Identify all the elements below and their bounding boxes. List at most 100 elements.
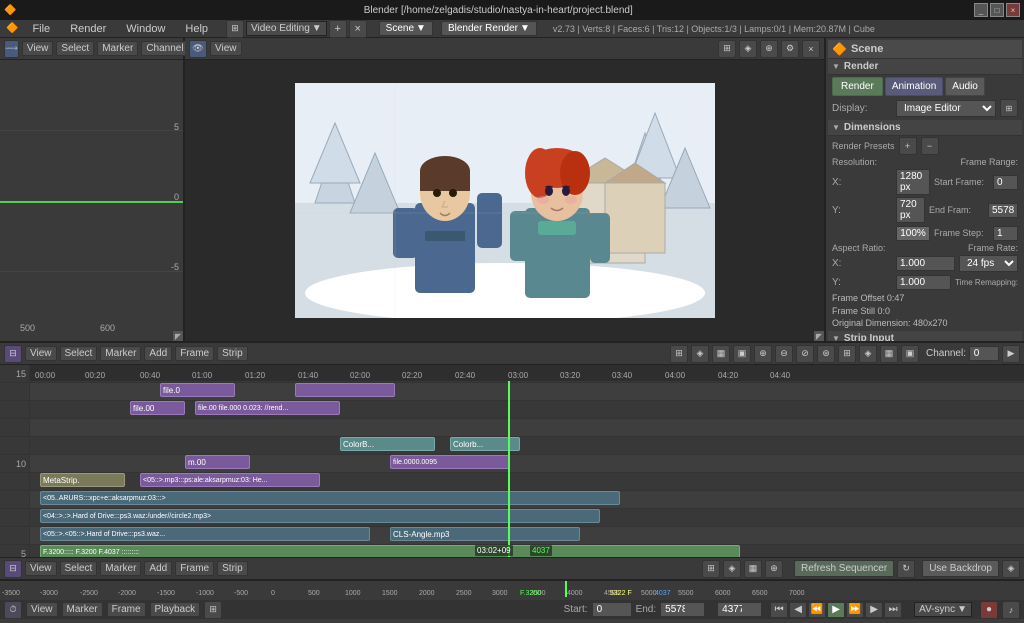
bt-frame[interactable]: Frame [175,561,214,576]
strip-timing[interactable]: F.3200::::: F.3200 F.4037 ::::::::: [40,545,740,557]
fcurve-view-menu[interactable]: View [22,41,54,56]
bt-view[interactable]: View [25,561,57,576]
seq-select-menu[interactable]: Select [60,346,98,361]
fcurve-select-menu[interactable]: Select [56,41,94,56]
seq-frame-menu[interactable]: Frame [175,346,214,361]
aspect-y-value[interactable]: 1.000 [896,275,951,290]
workspace-remove[interactable]: × [349,20,367,38]
strip-2[interactable] [295,383,395,397]
start-field[interactable] [592,602,632,617]
fcurve-channel-menu[interactable]: Channel [141,41,188,56]
frame-step-value[interactable]: 1 [993,226,1018,241]
strip-3[interactable]: file.00 [130,401,185,415]
strip-m00[interactable]: m.00 [185,455,250,469]
strip-cls[interactable]: CLS-Angle.mp3 [390,527,580,541]
seq-icon4[interactable]: ▣ [733,345,751,363]
seq-icon8[interactable]: ⊛ [817,345,835,363]
fcurve-marker-menu[interactable]: Marker [97,41,138,56]
seq-tracks[interactable]: 00:00 00:20 00:40 01:00 01:20 01:40 02:0… [30,365,1024,557]
seq-icon12[interactable]: ▣ [901,345,919,363]
rp-add[interactable]: + [899,137,917,155]
prev-key-button[interactable]: ⏪ [808,602,826,618]
seq-icon7[interactable]: ⊘ [796,345,814,363]
strip-input-header[interactable]: ▼ Strip Input [828,331,1022,341]
strip-long1[interactable]: <05::>.mp3:::ps:ale:aksarpmuz:03: He... [140,473,320,487]
audio-icon[interactable]: ♪ [1002,601,1020,619]
go-end-button[interactable]: ⏭ [884,602,902,618]
seq-icon11[interactable]: ▦ [880,345,898,363]
scene-selector[interactable]: Scene ▼ [379,21,433,36]
backdrop-icon[interactable]: ◈ [1002,560,1020,578]
dimensions-header[interactable]: ▼ Dimensions [828,120,1022,136]
res-pct-value[interactable]: 100% [896,226,930,241]
strip-4[interactable]: file.00 file.000 0.023: //rend... [195,401,340,415]
bt-add[interactable]: Add [144,561,172,576]
preview-prop1[interactable]: ⊞ [718,40,736,58]
end-field[interactable] [660,602,705,617]
seq-right-icon[interactable]: ▶ [1002,345,1020,363]
bt-icon2[interactable]: ◈ [723,560,741,578]
preview-settings[interactable]: ⚙ [781,40,799,58]
next-key-button[interactable]: ⏩ [846,602,864,618]
seq-icon2[interactable]: ◈ [691,345,709,363]
rp-remove[interactable]: − [921,137,939,155]
prev-frame-button[interactable]: ◀ [789,602,807,618]
strip-audio1[interactable]: <05..ARURS:::xpc+e::aksarpmuz:03:::> [40,491,620,505]
current-frame-field[interactable] [717,602,762,617]
close-button[interactable]: × [1006,3,1020,17]
bt-icon1[interactable]: ⊞ [702,560,720,578]
animation-button[interactable]: Animation [885,77,943,96]
window-controls[interactable]: _ □ × [974,3,1020,17]
seq-view-menu[interactable]: View [25,346,57,361]
strip-meta[interactable]: MetaStrip. [40,473,125,487]
render-button[interactable]: Render [832,77,883,96]
engine-selector[interactable]: Blender Render ▼ [441,21,537,36]
res-y-value[interactable]: 720 px [896,197,925,223]
menu-help[interactable]: Help [179,21,214,37]
pb-marker-menu[interactable]: Marker [62,602,103,617]
refresh-icon[interactable]: ↻ [897,560,915,578]
preview-corner-resize[interactable]: ◤ [814,331,824,341]
corner-resize[interactable]: ◤ [173,331,183,341]
strip-colorb1[interactable]: ColorB... [340,437,435,451]
pb-frame-menu[interactable]: Frame [107,602,146,617]
use-backdrop-button[interactable]: Use Backdrop [922,560,999,577]
maximize-button[interactable]: □ [990,3,1004,17]
menu-file[interactable]: File [26,21,56,37]
seq-icon3[interactable]: ▦ [712,345,730,363]
bt-icon3[interactable]: ▦ [744,560,762,578]
render-section-header[interactable]: ▼ Render [828,59,1022,75]
workspace-selector[interactable]: Video Editing ▼ [246,21,327,36]
seq-icon6[interactable]: ⊖ [775,345,793,363]
minimize-button[interactable]: _ [974,3,988,17]
preview-prop2[interactable]: ◈ [739,40,757,58]
seq-icon10[interactable]: ◈ [859,345,877,363]
seq-icon9[interactable]: ⊞ [838,345,856,363]
bt-icon4[interactable]: ⊕ [765,560,783,578]
sync-mode-selector[interactable]: AV-sync ▼ [914,602,972,617]
audio-button[interactable]: Audio [945,77,985,96]
seq-add-menu[interactable]: Add [144,346,172,361]
strip-audio3[interactable]: <05::>.<05::>.Hard of Drive:::ps3.waz... [40,527,370,541]
preview-view-menu[interactable]: View [210,41,242,56]
seq-icon1[interactable]: ⊞ [670,345,688,363]
strip-large1[interactable]: file.0000.0095 [390,455,510,469]
bt-strip[interactable]: Strip [217,561,248,576]
aspect-x-value[interactable]: 1.000 [896,256,955,271]
end-frame-value[interactable]: 5578 [988,203,1018,218]
strip-1[interactable]: file.0 [160,383,235,397]
preview-zoom[interactable]: ⊕ [760,40,778,58]
seq-icon5[interactable]: ⊕ [754,345,772,363]
pb-playback-menu[interactable]: Playback [150,602,201,617]
workspace-add[interactable]: + [329,20,347,38]
pb-icon1[interactable]: ⊞ [204,601,222,619]
pb-view-menu[interactable]: View [26,602,58,617]
frame-rate-select[interactable]: 24 fps [959,255,1018,272]
res-x-value[interactable]: 1280 px [896,169,930,195]
display-icon[interactable]: ⊞ [1000,99,1018,117]
preview-close[interactable]: × [802,40,820,58]
record-button[interactable]: ● [980,601,998,619]
display-select[interactable]: Image Editor [896,100,996,117]
menu-window[interactable]: Window [120,21,171,37]
channel-input[interactable] [969,346,999,361]
